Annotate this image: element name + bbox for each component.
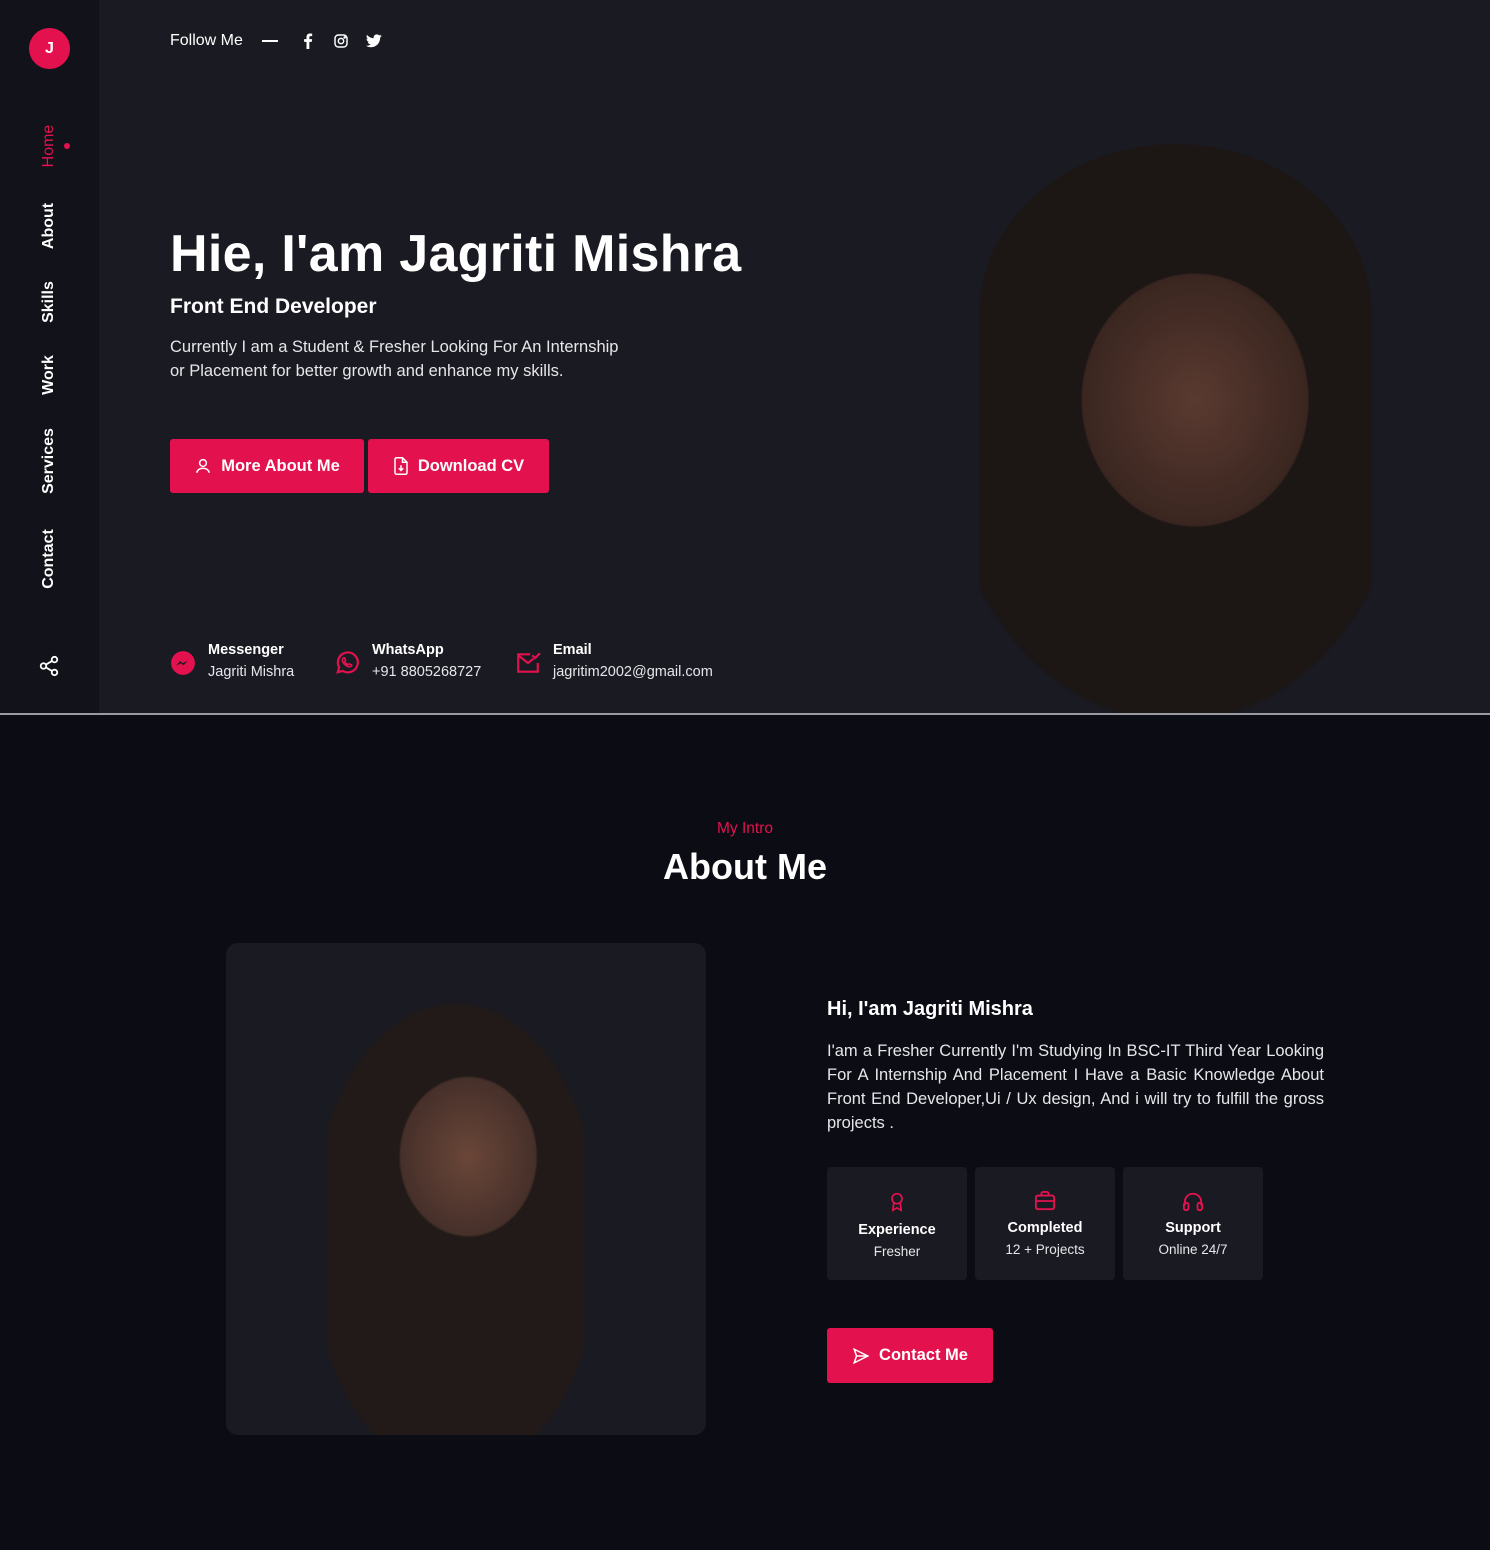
active-nav-indicator <box>64 143 70 149</box>
award-icon <box>891 1192 903 1212</box>
stat-title: Support <box>1165 1220 1221 1236</box>
stat-completed: Completed 12 + Projects <box>975 1167 1115 1280</box>
briefcase-icon <box>1035 1191 1055 1211</box>
contact-me-label: Contact Me <box>879 1346 968 1364</box>
contact-label: Email <box>553 642 592 658</box>
about-name: Hi, I'am Jagriti Mishra <box>827 998 1033 1020</box>
profile-photo <box>979 144 1372 713</box>
follow-me: Follow Me <box>170 32 399 50</box>
share-icon[interactable] <box>38 655 60 677</box>
contact-messenger[interactable]: Messenger Jagriti Mishra <box>170 640 294 684</box>
contact-label: WhatsApp <box>372 642 444 658</box>
nav-services[interactable]: Services <box>40 428 58 494</box>
about-profile-photo <box>328 1000 583 1435</box>
instagram-icon[interactable] <box>333 33 349 49</box>
whatsapp-icon <box>336 651 359 674</box>
section-divider <box>0 713 1490 715</box>
contact-label: Messenger <box>208 642 284 658</box>
twitter-icon[interactable] <box>365 33 382 49</box>
facebook-icon[interactable] <box>300 33 316 49</box>
contact-value: Jagriti Mishra <box>208 664 295 680</box>
hero-title: Hie, I'am Jagriti Mishra <box>170 225 742 283</box>
nav-home[interactable]: Home <box>40 125 58 168</box>
follow-label: Follow Me <box>170 32 243 49</box>
download-cv-label: Download CV <box>417 456 525 475</box>
contact-me-button[interactable]: Contact Me <box>827 1328 993 1383</box>
nav-skills[interactable]: Skills <box>40 281 58 323</box>
about-title: About Me <box>663 846 827 887</box>
download-cv-button[interactable]: Download CV <box>368 439 549 493</box>
stat-sub: 12 + Projects <box>1005 1242 1085 1257</box>
sidebar: J Home About Skills Work Services Contac… <box>0 0 99 713</box>
stat-title: Completed <box>1007 1220 1083 1236</box>
contact-email[interactable]: Email jagritim2002@gmail.com <box>515 640 713 684</box>
more-about-me-button[interactable]: More About Me <box>170 439 364 493</box>
nav-contact[interactable]: Contact <box>40 529 58 589</box>
stat-experience: Experience Fresher <box>827 1167 967 1280</box>
logo[interactable]: J <box>29 28 70 69</box>
messenger-icon <box>171 651 195 675</box>
contact-value: jagritim2002@gmail.com <box>553 664 713 680</box>
more-about-me-label: More About Me <box>221 456 340 475</box>
email-icon <box>517 652 541 673</box>
stat-title: Experience <box>858 1222 936 1238</box>
hero-section: Follow Me Hie, I'am Jagriti Mishra Front… <box>99 0 1490 713</box>
headphones-icon <box>1182 1192 1203 1211</box>
hero-subtitle: Front End Developer <box>170 295 377 318</box>
about-photo-card <box>226 943 706 1435</box>
nav-about[interactable]: About <box>40 203 58 249</box>
divider <box>261 40 278 42</box>
file-download-icon <box>394 457 408 475</box>
send-icon <box>852 1347 870 1364</box>
stat-support: Support Online 24/7 <box>1123 1167 1263 1280</box>
nav-work[interactable]: Work <box>40 355 58 395</box>
about-eyebrow: My Intro <box>717 820 773 837</box>
user-icon <box>196 458 211 474</box>
about-text: I'am a Fresher Currently I'm Studying In… <box>827 1042 1324 1132</box>
contact-whatsapp[interactable]: WhatsApp +91 8805268727 <box>334 640 481 684</box>
stat-sub: Fresher <box>873 1244 921 1259</box>
hero-description: Currently I am a Student & Fresher Looki… <box>170 338 619 380</box>
stat-sub: Online 24/7 <box>1158 1242 1228 1257</box>
contact-value: +91 8805268727 <box>372 664 482 680</box>
